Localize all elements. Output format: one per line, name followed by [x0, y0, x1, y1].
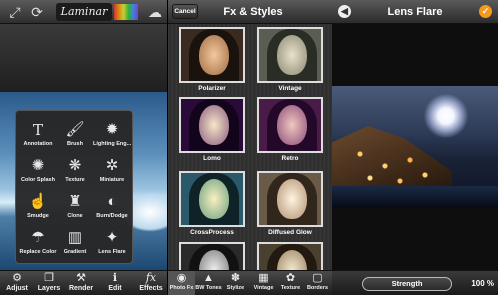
- tab-vintage[interactable]: ▦ Vintage: [250, 271, 277, 295]
- sea: [332, 186, 498, 208]
- brush-icon: 🖌: [65, 121, 85, 138]
- lens-flare-panel: ◀ Lens Flare ✓ Strength 100 %: [332, 0, 498, 295]
- text-icon: T: [32, 121, 43, 139]
- tab-borders[interactable]: ▢ Borders: [304, 271, 331, 295]
- adjust-icon: ⚙: [12, 272, 22, 284]
- fx-category-bar: ◉ Photo Fx ▲ BW Tones ✽ Stylize ▦ Vintag…: [168, 270, 332, 295]
- tab-edit[interactable]: ℹ Edit: [98, 271, 132, 295]
- fx-styles-panel: Cancel Fx & Styles Polarizer Vintage Lom…: [168, 0, 332, 295]
- thumb-retro[interactable]: [257, 97, 323, 153]
- texture-icon: ❋: [68, 157, 82, 174]
- thumb-label: Retro: [281, 155, 299, 162]
- app-logo: Laminar: [56, 3, 112, 21]
- cloud-icon[interactable]: ☁: [146, 3, 164, 21]
- rainbow-stripe: [114, 4, 138, 20]
- menu-item-gradient[interactable]: ▥ Gradient: [56, 227, 94, 265]
- thumb-lomo[interactable]: [179, 97, 245, 153]
- border-icon: ▢: [312, 272, 323, 284]
- tab-render[interactable]: ⚒ Render: [64, 271, 98, 295]
- mountain-icon: ▲: [203, 272, 214, 284]
- edit-icon: ℹ: [112, 272, 118, 284]
- miniature-icon: ✲: [105, 157, 119, 174]
- menu-item-color-splash[interactable]: ✺ Color Splash: [19, 155, 57, 193]
- fx-title: Fx & Styles: [223, 6, 283, 18]
- sun-icon: ✹: [105, 121, 119, 138]
- burn-dodge-icon: ◐: [107, 193, 117, 210]
- checkmark-icon[interactable]: ✓: [479, 5, 492, 18]
- thumb-label: CrossProcess: [190, 229, 234, 236]
- vintage-icon: ▦: [258, 272, 269, 284]
- tab-adjust[interactable]: ⚙ Adjust: [0, 271, 34, 295]
- tab-texture[interactable]: ✿ Texture: [277, 271, 304, 295]
- lens-flare-title: Lens Flare: [387, 6, 443, 18]
- lens-flare-handle[interactable]: [424, 94, 468, 138]
- main-editor-panel: ⤢ ⟳ Laminar ☁ T Annotation 🖌 Brush ✹ Lig…: [0, 0, 168, 295]
- texture-icon: ✿: [285, 272, 296, 284]
- tab-layers[interactable]: ❐ Layers: [32, 271, 66, 295]
- menu-item-lighting[interactable]: ✹ Lighting Eng...: [93, 119, 131, 157]
- thumb-polarizer[interactable]: [179, 27, 245, 83]
- menu-item-burn-dodge[interactable]: ◐ Burn/Dodge: [93, 191, 131, 229]
- back-arrow-icon[interactable]: ◀: [338, 5, 351, 18]
- layers-icon: ❐: [44, 272, 54, 284]
- top-toolbar: ⤢ ⟳ Laminar ☁: [0, 0, 168, 24]
- thumb-partial[interactable]: [257, 242, 323, 272]
- menu-item-texture[interactable]: ❋ Texture: [56, 155, 94, 193]
- stamp-icon: ♜: [68, 193, 82, 210]
- fullscreen-icon[interactable]: ⤢: [6, 3, 24, 21]
- stylize-icon: ✽: [230, 272, 241, 284]
- thumb-diffused-glow[interactable]: [257, 171, 323, 227]
- tab-stylize[interactable]: ✽ Stylize: [222, 271, 249, 295]
- camera-icon: ◉: [176, 272, 187, 284]
- thumb-label: Polarizer: [198, 85, 226, 92]
- thumb-partial[interactable]: [179, 242, 245, 272]
- menu-item-replace-color[interactable]: ☂ Replace Color: [19, 227, 57, 265]
- refresh-icon[interactable]: ⟳: [28, 3, 46, 21]
- strength-slider[interactable]: Strength: [362, 277, 452, 291]
- tab-effects[interactable]: fx Effects: [134, 271, 168, 295]
- strength-value: 100 %: [471, 279, 494, 288]
- finger-icon: ☝: [28, 193, 48, 210]
- tab-photo-fx[interactable]: ◉ Photo Fx: [168, 271, 195, 295]
- droplets-icon: ☂: [31, 229, 45, 246]
- menu-item-annotation[interactable]: T Annotation: [19, 119, 57, 157]
- preview-image[interactable]: [332, 86, 498, 208]
- canvas-background: [0, 24, 168, 92]
- menu-item-brush[interactable]: 🖌 Brush: [56, 119, 94, 157]
- menu-item-lens-flare[interactable]: ✦ Lens Flare: [93, 227, 131, 265]
- tools-menu: T Annotation 🖌 Brush ✹ Lighting Eng... ✺…: [15, 110, 133, 264]
- strength-label: Strength: [391, 279, 423, 288]
- menu-item-smudge[interactable]: ☝ Smudge: [19, 191, 57, 229]
- thumb-label: Lomo: [203, 155, 221, 162]
- thumb-label: Vintage: [278, 85, 302, 92]
- fx-header: Cancel Fx & Styles: [168, 0, 332, 24]
- cancel-button[interactable]: Cancel: [172, 4, 198, 19]
- lens-flare-header: ◀ Lens Flare ✓: [332, 0, 498, 24]
- fx-icon: fx: [145, 271, 157, 284]
- gradient-icon: ▥: [67, 229, 83, 246]
- thumb-vintage[interactable]: [257, 27, 323, 83]
- splash-icon: ✺: [31, 157, 45, 174]
- render-icon: ⚒: [76, 272, 86, 284]
- menu-item-miniature[interactable]: ✲ Miniature: [93, 155, 131, 193]
- sparkle-icon: ✦: [105, 229, 119, 246]
- strength-bar: Strength 100 %: [332, 270, 498, 295]
- tab-bw-tones[interactable]: ▲ BW Tones: [195, 271, 222, 295]
- thumb-crossprocess[interactable]: [179, 171, 245, 227]
- menu-item-clone[interactable]: ♜ Clone: [56, 191, 94, 229]
- thumb-label: Diffused Glow: [268, 229, 312, 236]
- bottom-tab-bar: ⚙ Adjust ❐ Layers ⚒ Render ℹ Edit fx Eff…: [0, 270, 168, 295]
